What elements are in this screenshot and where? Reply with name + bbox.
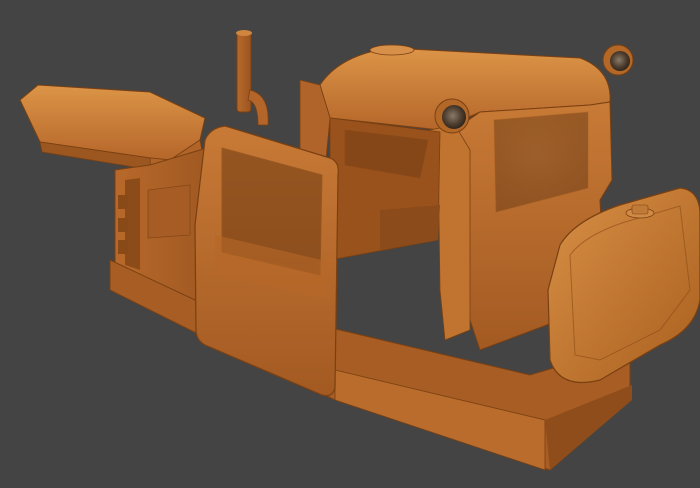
exhaust-pipe bbox=[236, 30, 269, 126]
tractor-cab-model[interactable] bbox=[0, 0, 700, 488]
headlamp-left bbox=[434, 98, 470, 134]
cab-door-open[interactable] bbox=[194, 125, 339, 397]
headlamp-right bbox=[602, 44, 634, 76]
3d-viewport[interactable] bbox=[0, 0, 700, 488]
